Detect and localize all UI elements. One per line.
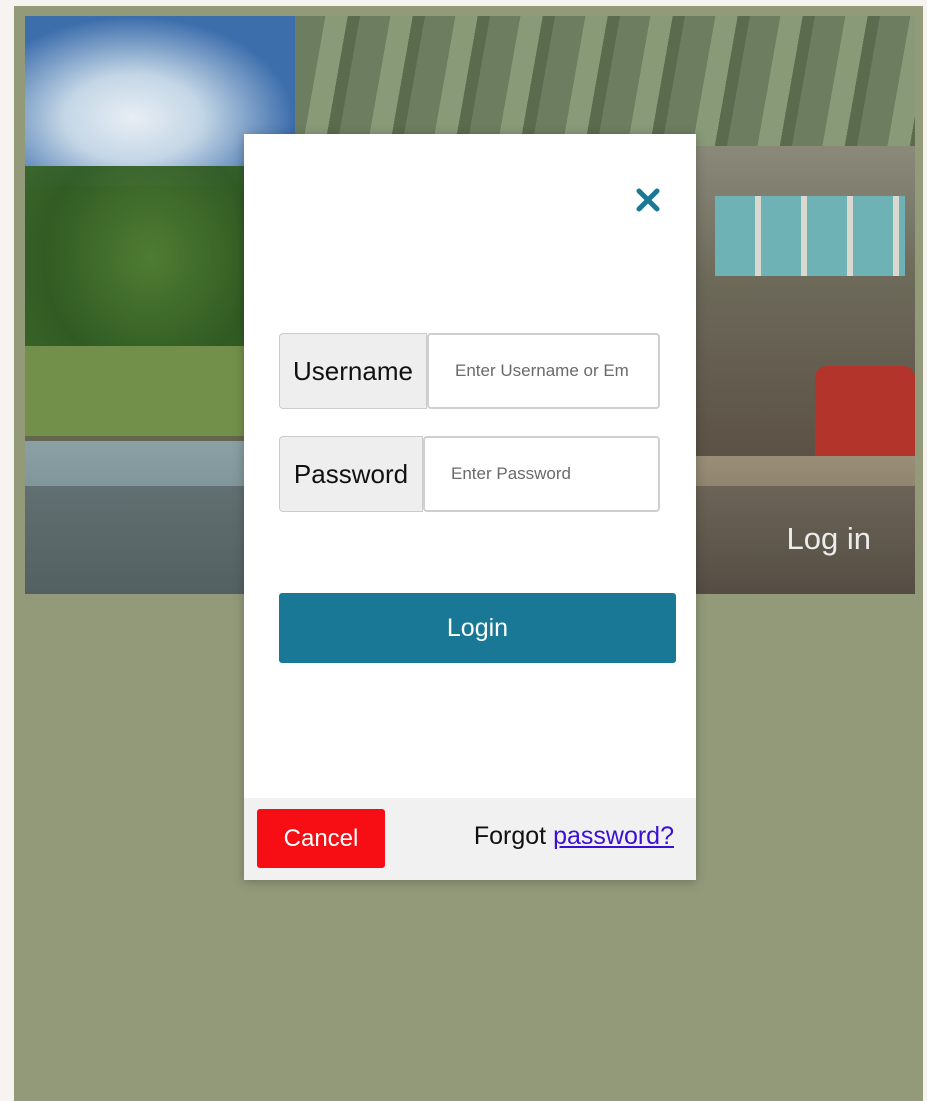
username-input[interactable]	[427, 333, 660, 409]
hero-window	[715, 196, 905, 276]
forgot-password-text: Forgot password?	[474, 822, 674, 851]
hero-awning	[295, 16, 915, 146]
cancel-button[interactable]: Cancel	[257, 809, 385, 868]
username-row: Username	[279, 333, 660, 409]
login-button[interactable]: Login	[279, 593, 676, 663]
hero-title: Log in	[786, 521, 871, 556]
modal-footer: Cancel Forgot password?	[244, 798, 696, 880]
password-input[interactable]	[423, 436, 660, 512]
hero-lawn	[25, 346, 265, 436]
username-label: Username	[279, 333, 427, 409]
password-label: Password	[279, 436, 423, 512]
password-row: Password	[279, 436, 660, 512]
close-icon[interactable]	[634, 186, 662, 214]
forgot-password-link[interactable]: password?	[553, 822, 674, 850]
login-modal: Username Password Login Cancel Forgot pa…	[244, 134, 696, 880]
forgot-prefix: Forgot	[473, 822, 547, 850]
